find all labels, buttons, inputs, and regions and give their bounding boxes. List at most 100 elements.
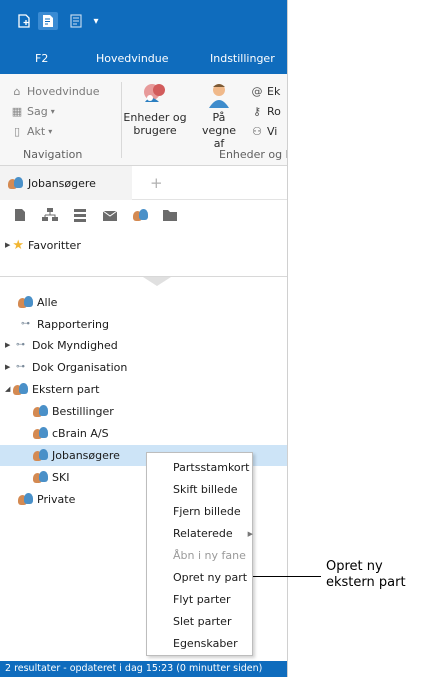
new-document-icon[interactable]: [14, 12, 34, 30]
people-icon: [8, 177, 23, 189]
ribbon-sag-button[interactable]: ▦ Sag ▾: [10, 102, 55, 120]
people-icon: [33, 427, 48, 439]
home-icon: ⌂: [13, 84, 21, 98]
flow-icon: ⊶: [16, 340, 25, 350]
people-icon: [33, 471, 48, 483]
menu-item-slet-parter[interactable]: Slet parter: [173, 615, 231, 633]
person-icon: [205, 82, 233, 108]
tab-jobansoegere-label: Jobansøgere: [28, 176, 96, 190]
favorites-label: Favoritter: [28, 238, 81, 252]
submenu-arrow-icon: ▶: [247, 530, 253, 538]
status-bar: 2 resultater - opdateret i dag 15:23 (0 …: [0, 661, 287, 677]
document-icon[interactable]: [12, 208, 28, 222]
people-icon: [18, 296, 33, 308]
title-bar: ▾: [0, 0, 287, 44]
callout-line-2: ekstern part: [326, 575, 406, 590]
toolstrip: [0, 200, 287, 230]
tree-item-bestillinger[interactable]: Bestillinger: [33, 402, 114, 420]
akt-dropdown-icon: ▾: [48, 126, 53, 136]
menu-item-partsstamkort[interactable]: Partsstamkort: [173, 461, 250, 479]
expand-arrow-icon[interactable]: ▶: [5, 241, 10, 249]
org-chart-icon[interactable]: [42, 208, 58, 222]
enheder-og-brugere-label: Enheder og brugere: [123, 111, 187, 137]
expand-arrow-icon[interactable]: ▶: [5, 341, 13, 349]
tree-item-jobansoegere[interactable]: Jobansøgere: [33, 446, 120, 464]
tree-item-dok-organisation[interactable]: ▶ ⊶ Dok Organisation: [5, 358, 127, 376]
tab-hovedvindue[interactable]: Hovedvindue: [96, 52, 169, 65]
ribbon-group-units: Enheder og b: [219, 148, 288, 161]
units-users-icon: [141, 82, 169, 108]
tree-item-rapportering[interactable]: ⊶ Rapportering: [18, 315, 109, 333]
tree-item-label: SKI: [52, 470, 70, 484]
sag-dropdown-icon: ▾: [50, 106, 55, 116]
collapse-arrow-icon[interactable]: ◢: [5, 385, 13, 393]
people-icon: [18, 493, 33, 505]
tree-item-label: Private: [37, 492, 76, 506]
tree-item-ekstern-part[interactable]: ◢ Ekstern part: [5, 380, 100, 398]
key-icon: ⚷: [252, 104, 262, 118]
folder-icon[interactable]: [162, 208, 178, 222]
tree-item-label: Rapportering: [37, 317, 109, 331]
menu-item-egenskaber[interactable]: Egenskaber: [173, 637, 238, 655]
collapse-panel-icon[interactable]: [143, 277, 171, 286]
add-tab-icon[interactable]: +: [150, 174, 163, 192]
tree-item-dok-myndighed[interactable]: ▶ ⊶ Dok Myndighed: [5, 336, 118, 354]
tree-item-label: Bestillinger: [52, 404, 114, 418]
tab-indstillinger[interactable]: Indstillinger: [210, 52, 275, 65]
ribbon-ro-button[interactable]: ⚷ Ro: [250, 102, 281, 120]
tree-item-label: Dok Myndighed: [32, 338, 118, 352]
callout-annotation: Opret ny ekstern part: [326, 559, 406, 591]
tree-item-label: Jobansøgere: [52, 448, 120, 462]
flow-icon: ⊶: [21, 319, 30, 329]
tree-item-private[interactable]: Private: [18, 490, 75, 508]
context-menu: Partsstamkort Skift billede Fjern billed…: [146, 452, 253, 656]
favorites-row[interactable]: ▶ ★ Favoritter: [5, 236, 81, 254]
ribbon-hovedvindue-label: Hovedvindue: [27, 84, 100, 98]
document-settings-icon[interactable]: [38, 12, 58, 30]
document-tab-bar: Jobansøgere +: [0, 166, 287, 200]
menu-item-relaterede-label: Relaterede: [173, 527, 233, 540]
tab-jobansoegere[interactable]: Jobansøgere: [0, 166, 132, 200]
tree-item-ski[interactable]: SKI: [33, 468, 69, 486]
menu-item-fjern-billede[interactable]: Fjern billede: [173, 505, 241, 523]
enheder-og-brugere-button[interactable]: Enheder og brugere: [117, 82, 193, 137]
menu-item-flyt-parter[interactable]: Flyt parter: [173, 593, 231, 611]
ribbon-akt-button[interactable]: ▯ Akt ▾: [10, 122, 52, 140]
tree-item-label: Alle: [37, 295, 58, 309]
people-icon: [33, 449, 48, 461]
callout-line-1: Opret ny: [326, 559, 383, 574]
parties-icon[interactable]: [132, 208, 148, 222]
ribbon-hovedvindue-button[interactable]: ⌂ Hovedvindue: [10, 82, 100, 100]
paa-vegne-af-label: På vegne af: [202, 111, 236, 150]
menu-item-opret-ny-part[interactable]: Opret ny part: [173, 571, 247, 589]
tree-item-label: Dok Organisation: [32, 360, 128, 374]
tab-f2[interactable]: F2: [35, 52, 48, 65]
ribbon-vi-button[interactable]: ⚇ Vi: [250, 122, 277, 140]
star-icon: ★: [12, 237, 25, 253]
ribbon-ro-label: Ro: [267, 104, 281, 118]
dropdown-caret-icon[interactable]: ▾: [86, 12, 106, 30]
tree-item-alle[interactable]: Alle: [18, 293, 57, 311]
menu-item-skift-billede[interactable]: Skift billede: [173, 483, 238, 501]
ribbon-akt-label: Akt: [27, 124, 46, 138]
tree-item-label: Ekstern part: [32, 382, 100, 396]
tree-item-cbrain[interactable]: cBrain A/S: [33, 424, 109, 442]
ribbon-ek-button[interactable]: @ Ek: [250, 82, 281, 100]
tree-item-label: cBrain A/S: [52, 426, 109, 440]
paa-vegne-af-button[interactable]: På vegne af: [197, 82, 241, 150]
case-icon: ▦: [11, 104, 23, 118]
ribbon-vi-label: Vi: [267, 124, 278, 138]
list-icon[interactable]: [66, 12, 86, 30]
flow-icon: ⊶: [16, 362, 25, 372]
people-icon: [33, 405, 48, 417]
ribbon-panel: ⌂ Hovedvindue ▦ Sag ▾ ▯ Akt ▾ Navigation…: [0, 74, 288, 166]
list-view-icon[interactable]: [72, 208, 88, 222]
users-icon: ⚇: [252, 124, 262, 138]
menu-item-relaterede[interactable]: Relaterede ▶: [173, 527, 253, 545]
expand-arrow-icon[interactable]: ▶: [5, 363, 13, 371]
menu-item-aabn-i-ny-fane: Åbn i ny fane: [173, 549, 246, 562]
callout-line: [253, 576, 321, 577]
ribbon-sag-label: Sag: [27, 104, 48, 118]
people-icon: [13, 383, 28, 395]
mail-icon[interactable]: [102, 208, 118, 222]
